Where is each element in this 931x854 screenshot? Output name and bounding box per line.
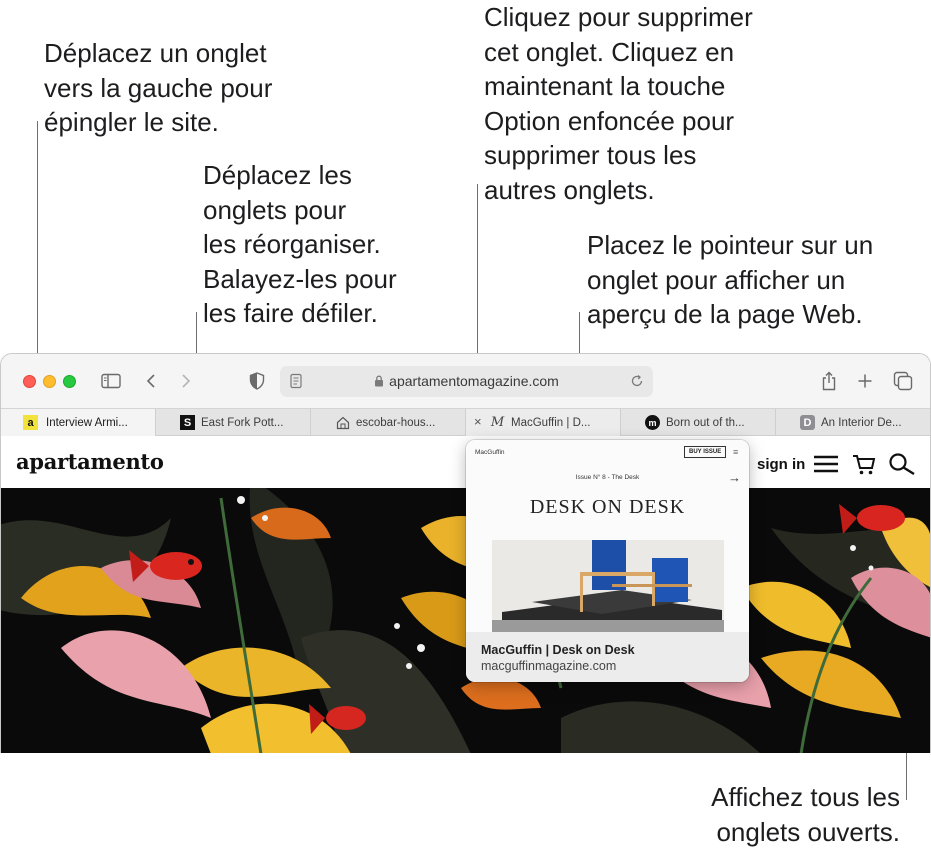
callout-show-all-tabs: Affichez tous les onglets ouverts. — [711, 782, 900, 847]
reload-icon[interactable] — [629, 373, 645, 389]
tab-label: Born out of th... — [666, 416, 745, 429]
tab-favicon-icon: S — [180, 415, 195, 430]
site-logo[interactable]: apartamento — [16, 449, 164, 474]
close-window-button[interactable] — [23, 375, 36, 388]
preview-issue: Issue N° 8 - The Desk — [575, 474, 640, 481]
preview-menu-icon: ≡ — [733, 447, 739, 457]
macguffin-favicon-icon: M — [490, 415, 505, 430]
callout-reorder-tabs: Déplacez les onglets pour les réorganise… — [203, 160, 397, 328]
tab-favicon-icon: a — [23, 415, 38, 430]
tab-label: East Fork Pott... — [201, 416, 284, 429]
maximize-window-button[interactable] — [63, 375, 76, 388]
preview-arrow-icon: → — [728, 470, 741, 485]
minimize-window-button[interactable] — [43, 375, 56, 388]
callout-close-tab: Cliquez pour supprimer cet onglet. Cliqu… — [484, 2, 753, 205]
preview-brand: MacGuffin — [475, 449, 505, 456]
tab-label: MacGuffin | D... — [511, 416, 591, 429]
close-tab-icon[interactable]: × — [474, 414, 482, 429]
address-bar[interactable]: apartamentomagazine.com — [280, 366, 653, 397]
lock-icon — [374, 374, 384, 390]
forward-icon[interactable] — [173, 368, 199, 394]
preview-headline: DESK ON DESK — [529, 496, 686, 518]
preview-footer: MacGuffin | Desk on Desk macguffinmagazi… — [466, 632, 749, 682]
preview-domain: macguffinmagazine.com — [481, 659, 617, 673]
preview-buy-issue: BUY ISSUE — [684, 446, 727, 458]
tab-macguffin[interactable]: × M MacGuffin | D... — [466, 409, 621, 436]
tab-preview-popover[interactable]: MacGuffin BUY ISSUE ≡ Issue N° 8 - The D… — [466, 440, 749, 682]
tab-interview[interactable]: a Interview Armi... — [1, 409, 156, 436]
callout-pin-tab: Déplacez un onglet vers la gauche pour é… — [44, 38, 273, 137]
house-icon — [335, 415, 350, 430]
tab-label: Interview Armi... — [46, 416, 128, 429]
tab-overview-icon[interactable] — [890, 368, 916, 394]
callout-hover-preview: Placez le pointeur sur un onglet pour af… — [587, 230, 874, 329]
tab-escobar[interactable]: escobar-hous... — [311, 409, 466, 436]
tab-an-interior[interactable]: D An Interior De... — [776, 409, 930, 436]
tab-favicon-icon: m — [645, 415, 660, 430]
preview-desk-image — [492, 540, 724, 632]
sign-in-link[interactable]: sign in — [757, 456, 805, 473]
cart-icon[interactable] — [852, 454, 876, 481]
preview-thumbnail: MacGuffin BUY ISSUE ≡ Issue N° 8 - The D… — [466, 440, 749, 632]
menu-icon[interactable] — [813, 454, 839, 479]
search-icon[interactable] — [888, 452, 916, 481]
back-icon[interactable] — [138, 368, 164, 394]
preview-title: MacGuffin | Desk on Desk — [481, 643, 635, 657]
sidebar-icon[interactable] — [98, 368, 124, 394]
new-tab-icon[interactable] — [852, 368, 878, 394]
privacy-report-icon[interactable] — [244, 368, 270, 394]
toolbar: apartamentomagazine.com — [1, 354, 930, 408]
tab-east-fork[interactable]: S East Fork Pott... — [156, 409, 311, 436]
tab-label: An Interior De... — [821, 416, 902, 429]
share-icon[interactable] — [816, 368, 842, 394]
url-text: apartamentomagazine.com — [389, 373, 559, 389]
tab-favicon-icon: D — [800, 415, 815, 430]
url-display[interactable]: apartamentomagazine.com — [280, 373, 653, 390]
tab-label: escobar-hous... — [356, 416, 436, 429]
tab-bar[interactable]: a Interview Armi... S East Fork Pott... … — [1, 408, 930, 436]
tab-born-out-of[interactable]: m Born out of th... — [621, 409, 776, 436]
